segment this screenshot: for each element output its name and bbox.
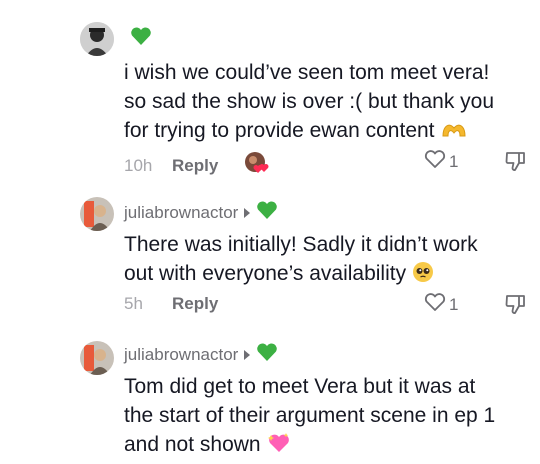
timestamp: 10h <box>124 155 153 175</box>
comment-text-line: for trying to provide ewan content <box>124 116 524 148</box>
comment-text-line: and not shown <box>124 430 524 462</box>
avatar[interactable] <box>80 22 114 56</box>
comment-text-line-content: for trying to provide ewan content <box>124 119 435 142</box>
comment-text-line-content: out with everyone’s availability <box>124 262 407 285</box>
avatar[interactable] <box>80 197 114 231</box>
heart-hands-icon <box>441 119 467 148</box>
thumbs-down-icon <box>504 295 528 320</box>
reply-button[interactable]: Reply <box>172 156 218 176</box>
username[interactable]: juliabrownactor <box>124 203 238 223</box>
comment-text-line: There was initially! Sadly it didn’t wor… <box>124 233 478 256</box>
comment-meta: 5h Reply <box>124 294 218 314</box>
thumbs-down-icon <box>504 152 528 177</box>
like-button[interactable]: 1 <box>424 292 458 317</box>
comment-text: Tom did get to meet Vera but it was at t… <box>124 372 524 462</box>
username-row: juliabrownactor <box>124 200 278 225</box>
like-count: 1 <box>449 294 459 314</box>
dislike-button[interactable] <box>504 149 528 178</box>
reply-button[interactable]: Reply <box>172 294 218 314</box>
comment-text-line: so sad the show is over :( but thank you <box>124 90 495 113</box>
comment-text-line: i wish we could’ve seen tom meet vera! <box>124 61 490 84</box>
green-heart-icon <box>256 200 278 225</box>
pleading-face-icon <box>412 261 434 291</box>
username[interactable]: juliabrownactor <box>124 345 238 365</box>
like-count: 1 <box>449 151 459 171</box>
comment-text: There was initially! Sadly it didn’t wor… <box>124 230 524 291</box>
comment-text-line: out with everyone’s availability <box>124 259 524 291</box>
comment-text: i wish we could’ve seen tom meet vera! s… <box>124 58 524 148</box>
green-heart-icon <box>256 342 278 367</box>
comment-meta: 10h Reply <box>124 151 270 180</box>
creator-liked-avatar-icon <box>244 151 270 180</box>
comment-text-line: the start of their argument scene in ep … <box>124 404 496 427</box>
reply-arrow-icon <box>244 207 251 218</box>
comment-text-line: Tom did get to meet Vera but it was at <box>124 375 476 398</box>
username-row: juliabrownactor <box>124 342 278 367</box>
comment-text-line-content: and not shown <box>124 433 261 456</box>
dislike-button[interactable] <box>504 292 528 321</box>
comment: juliabrownactor Tom did get to meet Vera… <box>0 330 540 464</box>
heart-outline-icon <box>424 149 446 174</box>
avatar[interactable] <box>80 341 114 375</box>
timestamp: 5h <box>124 294 143 313</box>
comment: i wish we could’ve seen tom meet vera! s… <box>0 0 540 180</box>
heart-outline-icon <box>424 292 446 317</box>
sparkling-heart-icon <box>267 432 291 462</box>
username-row <box>124 26 152 51</box>
green-heart-icon <box>130 26 152 51</box>
reply-arrow-icon <box>244 349 251 360</box>
like-button[interactable]: 1 <box>424 149 458 174</box>
comment: juliabrownactor There was initially! Sad… <box>0 180 540 330</box>
